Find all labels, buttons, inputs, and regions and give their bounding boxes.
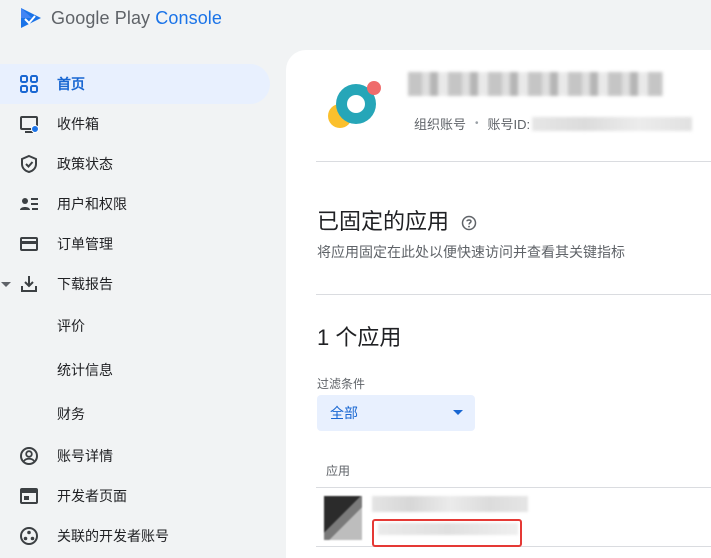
sidebar-item-inbox[interactable]: 收件箱 bbox=[0, 104, 270, 144]
inbox-icon bbox=[18, 113, 40, 135]
sidebar-item-label: 政策状态 bbox=[57, 156, 113, 172]
sidebar-nav: 首页 收件箱 政策状态 用户和权限 订单管理 下载报告 评价 统计信息 财务 账… bbox=[0, 64, 280, 556]
separator-dot: • bbox=[475, 118, 479, 129]
dashboard-grid-icon bbox=[18, 73, 40, 95]
app-count-title: 1 个应用 bbox=[317, 325, 402, 350]
brand-console: Console bbox=[155, 7, 223, 28]
main-content: 组织账号 • 账号ID: 已固定的应用 将应用固定在此处以便快速访问并查看其关键… bbox=[286, 50, 711, 558]
pinned-apps-subtitle: 将应用固定在此处以便快速访问并查看其关键指标 bbox=[317, 244, 625, 260]
sidebar-item-label: 首页 bbox=[57, 76, 85, 92]
divider bbox=[316, 161, 711, 162]
developer-name-redacted bbox=[408, 72, 663, 96]
users-list-icon bbox=[18, 193, 40, 215]
sidebar-item-download-reports[interactable]: 下载报告 bbox=[0, 264, 270, 304]
highlight-annotation bbox=[372, 519, 522, 547]
account-id-redacted bbox=[532, 116, 693, 131]
sidebar-item-label: 下载报告 bbox=[57, 276, 113, 292]
account-id-label: 账号ID: bbox=[487, 117, 531, 132]
linked-accounts-icon bbox=[18, 525, 40, 547]
play-console-icon bbox=[21, 8, 41, 28]
sidebar-item-label: 开发者页面 bbox=[57, 488, 127, 504]
pinned-apps-title-text: 已固定的应用 bbox=[317, 209, 450, 234]
divider bbox=[316, 294, 711, 295]
sidebar-item-label: 关联的开发者账号 bbox=[57, 528, 169, 544]
google-play-console-logo[interactable]: Google Play Console bbox=[18, 4, 222, 32]
sidebar-item-policy-status[interactable]: 政策状态 bbox=[0, 144, 270, 184]
shield-check-icon bbox=[18, 153, 40, 175]
sidebar-item-account-details[interactable]: 账号详情 bbox=[0, 436, 270, 476]
sidebar-item-finance[interactable]: 财务 bbox=[0, 392, 270, 436]
sidebar-item-label: 财务 bbox=[57, 406, 85, 422]
brand-google-play: Google Play bbox=[51, 7, 151, 28]
sidebar-item-users-permissions[interactable]: 用户和权限 bbox=[0, 184, 270, 224]
sidebar-item-home[interactable]: 首页 bbox=[0, 64, 270, 104]
filter-select[interactable]: 全部 bbox=[317, 395, 475, 431]
sidebar-item-linked-developer-accounts[interactable]: 关联的开发者账号 bbox=[0, 516, 270, 556]
credit-card-icon bbox=[18, 233, 40, 255]
developer-logo bbox=[328, 81, 381, 128]
sidebar-item-label: 用户和权限 bbox=[57, 196, 127, 212]
sidebar-item-order-management[interactable]: 订单管理 bbox=[0, 224, 270, 264]
help-icon[interactable] bbox=[461, 215, 477, 231]
sidebar-item-label: 评价 bbox=[57, 318, 85, 334]
download-icon bbox=[18, 273, 40, 295]
sidebar-item-label: 收件箱 bbox=[57, 116, 99, 132]
app-name-redacted bbox=[372, 496, 528, 512]
caret-down-icon[interactable] bbox=[0, 278, 12, 290]
account-circle-icon bbox=[18, 445, 40, 467]
dropdown-arrow-icon bbox=[453, 410, 463, 415]
sidebar-item-label: 账号详情 bbox=[57, 448, 113, 464]
pinned-apps-title: 已固定的应用 bbox=[317, 204, 477, 236]
table-header-app: 应用 bbox=[326, 464, 351, 478]
brand-title: Google Play Console bbox=[51, 8, 222, 29]
sidebar-item-label: 统计信息 bbox=[57, 362, 113, 378]
sidebar-item-label: 订单管理 bbox=[57, 236, 113, 252]
app-icon-redacted bbox=[324, 496, 362, 540]
org-account-label: 组织账号 bbox=[414, 117, 467, 132]
sidebar-item-reviews[interactable]: 评价 bbox=[0, 304, 270, 348]
filter-label: 过滤条件 bbox=[317, 377, 366, 391]
sidebar-item-statistics[interactable]: 统计信息 bbox=[0, 348, 270, 392]
filter-selected-value: 全部 bbox=[330, 405, 358, 421]
sidebar-item-developer-page[interactable]: 开发者页面 bbox=[0, 476, 270, 516]
web-page-icon bbox=[18, 485, 40, 507]
account-meta: 组织账号 • 账号ID: bbox=[414, 114, 693, 133]
